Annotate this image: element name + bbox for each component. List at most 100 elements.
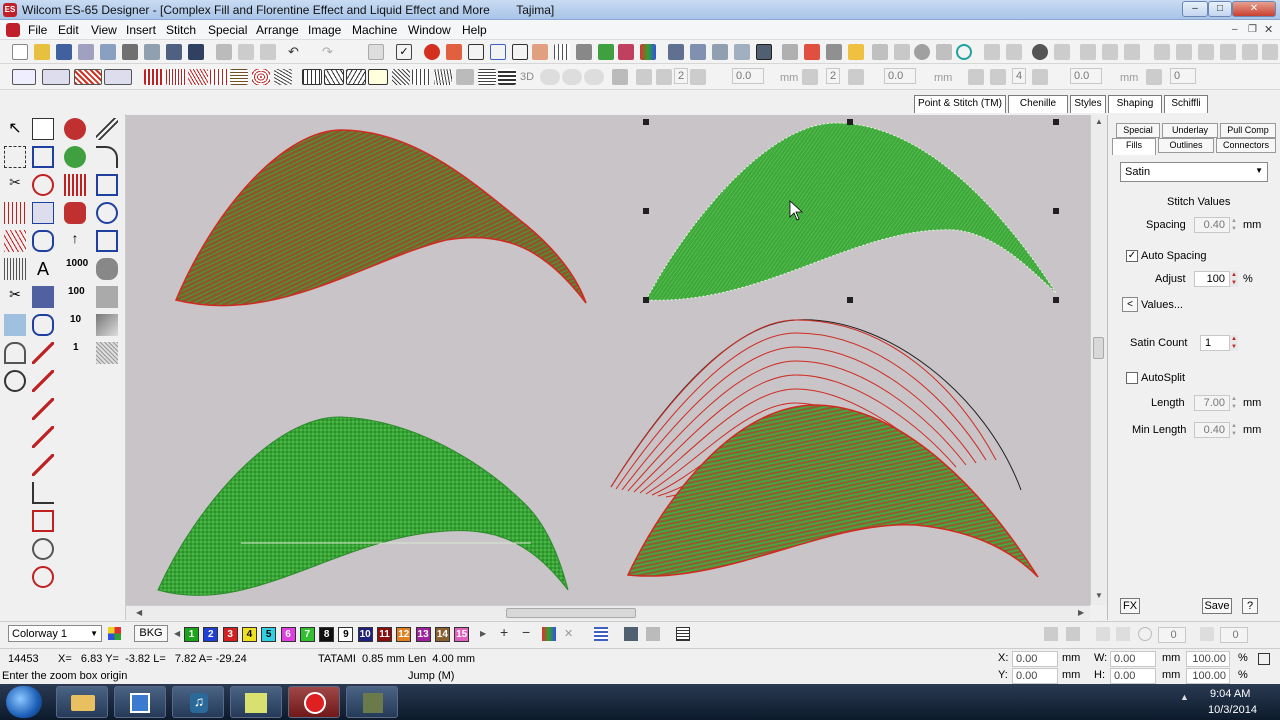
align-center-icon[interactable] bbox=[1102, 44, 1118, 60]
step-1-label[interactable]: 1 bbox=[73, 342, 79, 353]
align-left-icon[interactable] bbox=[1080, 44, 1096, 60]
circle-outline-icon[interactable] bbox=[4, 370, 26, 392]
liquid-effect-icon[interactable] bbox=[392, 69, 410, 85]
save-button[interactable]: Save bbox=[1202, 598, 1232, 614]
color-swatch-9[interactable]: 9 bbox=[338, 627, 354, 642]
menu-file[interactable]: File bbox=[28, 23, 47, 37]
colors-next-icon[interactable]: ▶ bbox=[480, 629, 486, 638]
y-position-input[interactable]: 0.00 bbox=[1012, 668, 1058, 684]
hoop-icon[interactable] bbox=[872, 44, 888, 60]
min-length-input[interactable]: 0.40 bbox=[1194, 422, 1230, 438]
stitch-player-icon[interactable] bbox=[532, 44, 548, 60]
wave-fill-icon[interactable] bbox=[274, 69, 292, 85]
autosplit-checkbox[interactable] bbox=[1126, 372, 1138, 384]
tray-chevron-icon[interactable]: ▲ bbox=[1180, 692, 1189, 702]
skew-angle-input[interactable]: 0 bbox=[1220, 627, 1248, 643]
flower-icon[interactable] bbox=[64, 118, 86, 140]
offset-count-field[interactable]: 2 bbox=[674, 68, 688, 84]
stemstitch-icon[interactable] bbox=[32, 426, 54, 448]
trapunto-icon[interactable] bbox=[478, 69, 496, 85]
knife-icon[interactable]: ✂ bbox=[4, 174, 26, 196]
grid-layout-icon[interactable] bbox=[612, 69, 628, 85]
step-10-label[interactable]: 10 bbox=[70, 314, 81, 325]
target-icon[interactable] bbox=[32, 174, 54, 196]
step-1000-label[interactable]: 1000 bbox=[66, 258, 88, 269]
blanket-icon[interactable] bbox=[32, 454, 54, 476]
menu-special[interactable]: Special bbox=[208, 23, 247, 37]
fill-tool-icon[interactable] bbox=[446, 44, 462, 60]
square-icon[interactable] bbox=[936, 44, 952, 60]
align-middle-icon[interactable] bbox=[1176, 44, 1192, 60]
spacing-count-field[interactable]: 2 bbox=[826, 68, 840, 84]
tab-pull-comp[interactable]: Pull Comp bbox=[1220, 123, 1276, 138]
mirror-offset-field[interactable]: 0.0 bbox=[1070, 68, 1102, 84]
lock-proportions-icon[interactable] bbox=[1258, 653, 1270, 665]
menu-window[interactable]: Window bbox=[408, 23, 451, 37]
thread-chart-icon[interactable] bbox=[624, 627, 638, 641]
shape-icon[interactable] bbox=[32, 146, 54, 168]
design-canvas[interactable] bbox=[126, 115, 1090, 605]
tab-outlines[interactable]: Outlines bbox=[1158, 138, 1214, 153]
doc-minimize-icon[interactable]: – bbox=[1232, 24, 1238, 35]
close-button[interactable]: ✕ bbox=[1232, 1, 1276, 17]
run-stitch-icon[interactable] bbox=[32, 342, 54, 364]
colorway-select[interactable]: Colorway 1 ▼ bbox=[8, 625, 102, 642]
values-chevron-button[interactable]: < bbox=[1122, 297, 1138, 312]
rotate-icon[interactable] bbox=[1146, 69, 1162, 85]
cylinder-icon[interactable] bbox=[562, 69, 582, 85]
sequin-icon[interactable] bbox=[32, 538, 54, 560]
fixed-columns-icon[interactable] bbox=[302, 69, 322, 85]
tab-point-stitch[interactable]: Point & Stitch (TM) bbox=[914, 95, 1006, 113]
mixed-fill-leaf-shape[interactable] bbox=[626, 404, 1039, 578]
menu-view[interactable]: View bbox=[91, 23, 117, 37]
doc-close-icon[interactable]: ✕ bbox=[1264, 23, 1273, 36]
height-percent-input[interactable]: 100.00 bbox=[1186, 668, 1230, 684]
bkg-button[interactable]: BKG bbox=[134, 625, 168, 642]
color-swatch-5[interactable]: 5 bbox=[261, 627, 277, 642]
align-bottom-icon[interactable] bbox=[1198, 44, 1214, 60]
color-film-list-icon[interactable] bbox=[594, 627, 608, 641]
color-swatch-7[interactable]: 7 bbox=[299, 627, 315, 642]
print-icon[interactable] bbox=[122, 44, 138, 60]
backstitch-icon[interactable] bbox=[32, 398, 54, 420]
cross-stitch-icon[interactable] bbox=[252, 69, 270, 85]
florentine-icon[interactable] bbox=[368, 69, 388, 85]
help-button[interactable]: ? bbox=[1242, 598, 1258, 614]
satin-count-spinner[interactable]: ▲ ▼ bbox=[1230, 335, 1238, 351]
align-top-icon[interactable] bbox=[1154, 44, 1170, 60]
curve-icon[interactable] bbox=[96, 146, 118, 168]
show-outlines-icon[interactable] bbox=[782, 44, 798, 60]
lettering-icon[interactable]: A bbox=[32, 258, 54, 280]
menu-edit[interactable]: Edit bbox=[58, 23, 79, 37]
color-palette-icon[interactable] bbox=[640, 44, 656, 60]
minimize-button[interactable]: – bbox=[1182, 1, 1208, 17]
rows-icon[interactable] bbox=[848, 69, 864, 85]
row-offset-field[interactable]: 0.0 bbox=[884, 68, 916, 84]
color-film-icon[interactable] bbox=[618, 44, 634, 60]
3d-warp-label[interactable]: 3D bbox=[520, 71, 534, 83]
reshape-nodes-icon[interactable] bbox=[32, 118, 54, 140]
start-button-icon[interactable] bbox=[6, 686, 42, 718]
applique-icon[interactable] bbox=[64, 202, 86, 224]
sphere-icon[interactable] bbox=[914, 44, 930, 60]
arc-icon[interactable] bbox=[4, 342, 26, 364]
horizontal-scroll-thumb[interactable] bbox=[506, 608, 636, 618]
step-fill-icon[interactable] bbox=[188, 69, 208, 85]
color-swatch-12[interactable]: 12 bbox=[396, 627, 412, 642]
mirror-h-icon[interactable] bbox=[1044, 627, 1058, 641]
hoop-tool-icon[interactable] bbox=[32, 230, 54, 252]
texture-icon[interactable] bbox=[96, 342, 118, 364]
program-split-icon[interactable] bbox=[210, 69, 230, 85]
check-icon[interactable]: ✓ bbox=[396, 44, 412, 60]
gradient-icon[interactable] bbox=[96, 314, 118, 336]
vertical-scroll-thumb[interactable] bbox=[1093, 337, 1104, 359]
tab-styles[interactable]: Styles bbox=[1070, 95, 1106, 113]
leaf-flower-icon[interactable] bbox=[64, 146, 86, 168]
send-to-machine-icon[interactable] bbox=[188, 44, 204, 60]
menu-insert[interactable]: Insert bbox=[126, 23, 156, 37]
tab-underlay[interactable]: Underlay bbox=[1162, 123, 1218, 138]
satin-leaf-shape[interactable] bbox=[645, 122, 1057, 301]
doc-restore-icon[interactable]: ❐ bbox=[1248, 24, 1257, 35]
vertical-scrollbar[interactable]: ▲ ▼ bbox=[1090, 115, 1107, 605]
width-input[interactable]: 0.00 bbox=[1110, 651, 1156, 667]
